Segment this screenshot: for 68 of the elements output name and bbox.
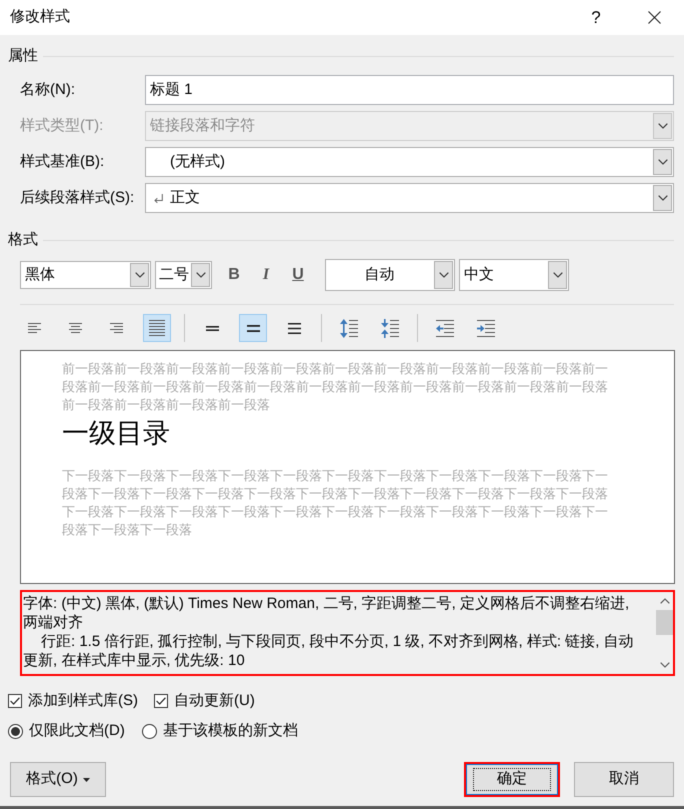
window-title: 修改样式 [10,7,70,28]
preview-text: 下一段落下一段落下一段落下一段落下一段落下一段落下一段落下一段落下一段落下一段落下一段落下一段落下一段落下一段落下一段落下一段落下一段落下一段落下一段落下一段落下一段落下一段落下一段落下一段落下一段落下一段落下一段落下一段落下一段落下一段落下一段落下一段落下一段落下一段落 [62,467,609,539]
help-button[interactable]: ? [579,0,613,35]
font-combo[interactable]: 黑体 [20,261,151,289]
dropdown-button[interactable] [191,263,210,287]
combo-box[interactable]: (无样式) [145,147,674,177]
double-spacing-icon [288,322,300,334]
chevron-down-icon [658,159,668,165]
chevron-up-icon [660,598,670,604]
section-heading: 格式 [8,230,38,250]
italic-button[interactable]: I [252,261,280,289]
radio-label[interactable]: 仅限此文档(D) [29,720,125,742]
checkbox-label[interactable]: 添加到样式库(S) [28,690,138,712]
language-combo[interactable]: 中文 [459,259,569,291]
justify-icon [149,320,165,336]
bold-button[interactable]: B [220,261,248,289]
preview-text: 前一段落前一段落前一段落前一段落前一段落前一段落前一段落前一段落前一段落前一段落前一段落前一段落前一段落前一段落前一段落前一段落前一段落前一段落前一段落前一段落前一段落前一段落前一段落前一段落前一段落 [62,360,609,414]
text-field[interactable]: 标题 1 [145,75,674,105]
chevron-down-icon [660,662,670,668]
font-color-combo[interactable]: 自动 [325,259,455,291]
paragraph-mark-icon [154,194,163,202]
line-spacing-button[interactable] [239,314,267,342]
combo-box[interactable]: 正文 [145,183,674,213]
field-label: 样式类型(T): [20,116,104,136]
close-icon [648,11,660,24]
align-left-icon [28,323,40,333]
description-text: 行距: 1.5 倍行距, 孤行控制, 与下段同页, 段中不分页, 1 级, 不对齐到网格, 样式: 链接, 自动更新, 在样式库中显示, 优先级: 10 [23,632,635,670]
checkbox[interactable] [154,694,168,708]
checkbox[interactable] [8,694,22,708]
indent-decrease-icon [436,320,454,336]
dropdown-button[interactable] [653,185,672,211]
dropdown-button[interactable] [130,263,149,287]
single-spacing-icon [206,326,218,330]
indent-increase-icon [477,320,495,336]
chevron-down-icon [438,272,448,278]
caret-icon [82,778,90,782]
chevron-down-icon [134,272,144,278]
radio-button[interactable] [142,724,157,738]
underline-button[interactable]: U [284,261,312,289]
align-center-icon [68,323,82,333]
size-combo[interactable]: 二号 [155,261,212,289]
line-spacing-icon [246,324,260,332]
preview-heading: 一级目录 [62,417,170,449]
align-right-icon [110,323,122,333]
ok-button[interactable]: 确定 [464,762,560,797]
chevron-down-icon [658,195,668,201]
dropdown-button[interactable] [434,261,453,289]
section-heading: 属性 [8,46,38,66]
check-icon [156,697,166,705]
spacing-decrease-icon [381,318,399,338]
check-icon [10,697,20,705]
field-label: 样式基准(B): [20,152,106,172]
chevron-down-icon [196,272,206,278]
scrollbar-thumb[interactable] [656,610,673,635]
checkbox-label[interactable]: 自动更新(U) [174,690,255,712]
chevron-down-icon [658,123,668,129]
field-label: 后续段落样式(S): [20,188,136,208]
format-menu-button[interactable]: 格式(O) [10,762,106,797]
justify-button[interactable] [143,314,171,342]
radio-label[interactable]: 基于该模板的新文档 [162,720,298,742]
spacing-increase-icon [340,318,358,338]
field-label: 名称(N): [20,80,76,100]
dropdown-button[interactable] [653,149,672,175]
radio-button[interactable] [8,724,23,738]
cancel-button[interactable]: 取消 [574,762,674,797]
description-text: 字体: (中文) 黑体, (默认) Times New Roman, 二号, 字距调整二号, 定义网格后不调整右缩进, 两端对齐 [23,594,630,632]
dropdown-button[interactable] [548,261,567,289]
chevron-down-icon [552,272,562,278]
